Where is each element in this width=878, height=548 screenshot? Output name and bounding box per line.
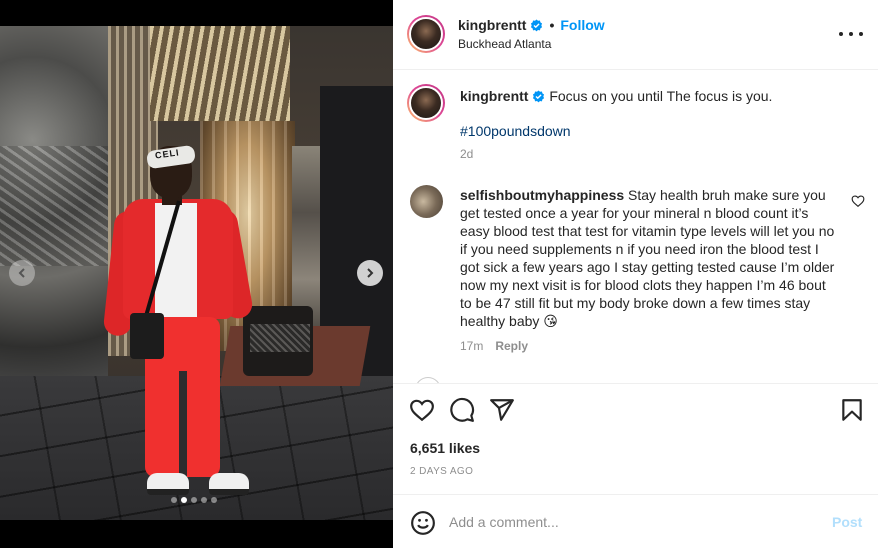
comment-icon[interactable] xyxy=(449,397,475,423)
verified-badge-icon xyxy=(533,90,545,103)
comment-like-icon[interactable] xyxy=(851,194,865,208)
location-link[interactable]: Buckhead Atlanta xyxy=(458,37,551,51)
bookmark-icon[interactable] xyxy=(839,397,865,423)
likes-count[interactable]: 6,651 likes xyxy=(410,440,480,456)
emoji-icon[interactable] xyxy=(410,510,436,536)
chair-cushion xyxy=(250,324,310,352)
reply-button[interactable]: Reply xyxy=(495,339,528,353)
add-comment-bar: Post xyxy=(393,494,878,548)
heart-icon[interactable] xyxy=(409,397,435,423)
share-icon[interactable] xyxy=(489,397,515,423)
left-sneaker xyxy=(147,473,189,495)
carousel-dot xyxy=(171,497,177,503)
ceiling-slats xyxy=(150,26,290,121)
comment-text: Stay health bruh make sure you get teste… xyxy=(460,187,835,329)
comment-time: 17m xyxy=(460,339,484,353)
action-bar: 6,651 likes 2 DAYS AGO Post xyxy=(393,383,878,548)
marble-texture xyxy=(0,146,108,266)
crossbody-bag xyxy=(130,313,164,359)
caption-author-avatar[interactable] xyxy=(407,84,445,122)
more-options-icon[interactable] xyxy=(839,24,863,44)
header-user-line: kingbrentt • Follow xyxy=(458,17,605,33)
carousel-dot xyxy=(201,497,207,503)
commenter-avatar[interactable] xyxy=(410,185,443,218)
comment-input[interactable] xyxy=(449,511,809,533)
comment: selfishboutmyhappiness Stay health bruh … xyxy=(460,186,840,330)
comments-section[interactable]: kingbrentt Focus on you until The focus … xyxy=(393,71,878,383)
author-username[interactable]: kingbrentt xyxy=(458,17,526,33)
separator-dot: • xyxy=(549,17,555,33)
right-sneaker xyxy=(209,473,249,495)
hashtag-link[interactable]: #100poundsdown xyxy=(460,123,571,139)
caption-username[interactable]: kingbrentt xyxy=(460,88,528,104)
post-timestamp[interactable]: 2 DAYS AGO xyxy=(410,466,473,477)
next-photo-button[interactable] xyxy=(357,260,383,286)
person: CELI xyxy=(102,121,255,520)
post-photo[interactable]: CELI xyxy=(0,26,393,520)
caption-text: Focus on you until The focus is you. xyxy=(549,88,773,104)
caption: kingbrentt Focus on you until The focus … xyxy=(460,87,860,105)
chevron-left-icon xyxy=(18,268,25,278)
chevron-right-icon xyxy=(367,268,374,278)
previous-photo-button[interactable] xyxy=(9,260,35,286)
comment-meta: 17m Reply xyxy=(460,339,528,353)
pants-gap xyxy=(179,371,187,477)
carousel-dot xyxy=(181,497,187,503)
post-details-panel: kingbrentt • Follow Buckhead Atlanta kingb… xyxy=(393,0,878,548)
carousel-dot xyxy=(211,497,217,503)
photo-panel: CELI xyxy=(0,0,393,548)
author-avatar[interactable] xyxy=(407,15,445,53)
post-comment-button[interactable]: Post xyxy=(832,514,862,530)
post-header: kingbrentt • Follow Buckhead Atlanta xyxy=(393,0,878,70)
follow-button[interactable]: Follow xyxy=(560,17,604,33)
commenter-username[interactable]: selfishboutmyhappiness xyxy=(460,187,624,203)
carousel-dot xyxy=(191,497,197,503)
carousel-dots xyxy=(171,497,217,503)
verified-badge-icon xyxy=(531,19,543,32)
caption-time: 2d xyxy=(460,147,474,161)
